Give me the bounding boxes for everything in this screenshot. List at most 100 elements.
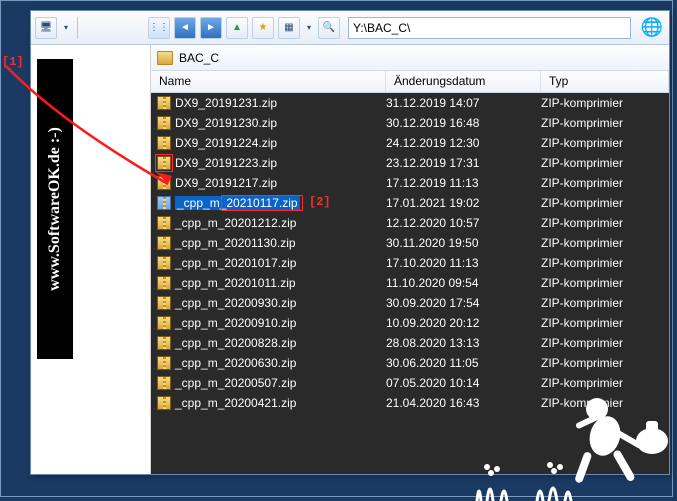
sidebar-panel: www.SoftwareOK.de :-) xyxy=(31,45,151,474)
file-name: DX9_20191217.zip xyxy=(175,176,277,190)
file-name: _cpp_m_20201011.zip xyxy=(175,276,296,290)
monitor-icon: 🖥 xyxy=(40,22,53,33)
grid-view-button[interactable]: ▦ xyxy=(278,17,300,39)
file-type: ZIP-komprimier xyxy=(541,96,669,110)
find-button[interactable]: 🔍 xyxy=(318,17,340,39)
file-row[interactable]: _cpp_m_20201017.zip 17.10.2020 11:13ZIP-k… xyxy=(151,253,669,273)
file-type: ZIP-komprimier xyxy=(541,336,669,350)
file-name: _cpp_m_20200930.zip xyxy=(175,296,296,310)
column-header-name[interactable]: Name xyxy=(151,71,386,92)
column-header-type[interactable]: Typ xyxy=(541,71,669,92)
zip-file-icon xyxy=(157,156,171,170)
file-date: 17.12.2019 11:13 xyxy=(386,176,541,190)
file-date: 24.12.2019 12:30 xyxy=(386,136,541,150)
file-name: DX9_20191231.zip xyxy=(175,96,277,110)
search-icon: 🔍 xyxy=(323,22,335,33)
file-name: _cpp_m_20200507.zip xyxy=(175,376,296,390)
file-date: 21.04.2020 16:43 xyxy=(386,396,541,410)
zip-file-icon xyxy=(157,336,171,350)
file-type: ZIP-komprimier xyxy=(541,196,669,210)
file-type: ZIP-komprimier xyxy=(541,176,669,190)
zip-file-icon xyxy=(157,196,171,210)
main-toolbar: 🖥 ▾ ⋮⋮ ◄ ► ▲ ★ ▦ ▾ 🔍 Y:\BAC_C\ 🌐 xyxy=(31,11,669,45)
file-row[interactable]: _cpp_m_20200507.zip07.05.2020 10:14ZIP-k… xyxy=(151,373,669,393)
zip-file-icon xyxy=(157,176,171,190)
up-folder-icon: ▲ xyxy=(232,22,242,33)
drive-dropdown[interactable]: ▾ xyxy=(61,17,71,39)
file-type: ZIP-komprimier xyxy=(541,236,669,250)
file-row[interactable]: DX9_20191230.zip 30.12.2019 16:48ZIP-komp… xyxy=(151,113,669,133)
file-date: 30.12.2019 16:48 xyxy=(386,116,541,130)
zip-file-icon xyxy=(157,316,171,330)
file-row[interactable]: _cpp_m_20201212.zip12.12.2020 10:57ZIP-k… xyxy=(151,213,669,233)
file-row[interactable]: _cpp_m_20200828.zip 28.08.2020 13:13ZIP-k… xyxy=(151,333,669,353)
file-row[interactable]: _cpp_m_20210117.zip 17.01.2021 19:02ZIP-k… xyxy=(151,193,669,213)
file-name: _cpp_m_20210117.zip xyxy=(175,196,300,210)
file-name: _cpp_m_20200828.zip xyxy=(175,336,296,350)
monitor-button[interactable]: 🖥 xyxy=(35,17,57,39)
file-manager-window: 🖥 ▾ ⋮⋮ ◄ ► ▲ ★ ▦ ▾ 🔍 Y:\BAC_C\ 🌐 www.Sof… xyxy=(30,10,670,475)
file-row[interactable]: DX9_20191224.zip 24.12.2019 12:30ZIP-komp… xyxy=(151,133,669,153)
file-name: DX9_20191230.zip xyxy=(175,116,277,130)
up-button[interactable]: ▲ xyxy=(226,17,248,39)
file-row[interactable]: _cpp_m_20201011.zip 11.10.2020 09:54ZIP-k… xyxy=(151,273,669,293)
file-name: DX9_20191224.zip xyxy=(175,136,277,150)
file-row[interactable]: _cpp_m_20200930.zip30.09.2020 17:54ZIP-k… xyxy=(151,293,669,313)
file-date: 17.01.2021 19:02 xyxy=(386,196,541,210)
zip-file-icon xyxy=(157,396,171,410)
file-row[interactable]: _cpp_m_20201130.zip 30.11.2020 19:50ZIP-k… xyxy=(151,233,669,253)
zip-file-icon xyxy=(157,116,171,130)
file-name: _cpp_m_20201017.zip xyxy=(175,256,296,270)
content-panel: BAC_C Name Änderungsdatum Typ DX9_201912… xyxy=(151,45,669,474)
file-date: 11.10.2020 09:54 xyxy=(386,276,541,290)
breadcrumb-folder-name: BAC_C xyxy=(179,51,219,65)
file-type: ZIP-komprimier xyxy=(541,396,669,410)
zip-file-icon xyxy=(157,236,171,250)
file-date: 12.12.2020 10:57 xyxy=(386,216,541,230)
file-date: 30.11.2020 19:50 xyxy=(386,236,541,250)
file-name: _cpp_m_20201212.zip xyxy=(175,216,296,230)
file-type: ZIP-komprimier xyxy=(541,136,669,150)
file-date: 28.08.2020 13:13 xyxy=(386,336,541,350)
file-name: _cpp_m_20200910.zip xyxy=(175,316,296,330)
file-name: _cpp_m_20201130.zip xyxy=(175,236,296,250)
file-list[interactable]: DX9_20191231.zip31.12.2019 14:07ZIP-komp… xyxy=(151,93,669,474)
file-name: DX9_20191223.zip xyxy=(175,156,277,170)
forward-arrow-icon: ► xyxy=(206,22,216,33)
file-type: ZIP-komprimier xyxy=(541,376,669,390)
back-button[interactable]: ◄ xyxy=(174,17,196,39)
path-input[interactable]: Y:\BAC_C\ xyxy=(348,17,631,39)
zip-file-icon xyxy=(157,96,171,110)
file-row[interactable]: _cpp_m_20200630.zip30.06.2020 11:05ZIP-k… xyxy=(151,353,669,373)
file-row[interactable]: DX9_20191223.zip23.12.2019 17:31ZIP-komp… xyxy=(151,153,669,173)
folder-icon xyxy=(157,51,173,65)
breadcrumb[interactable]: BAC_C xyxy=(151,45,669,71)
column-header-date[interactable]: Änderungsdatum xyxy=(386,71,541,92)
file-row[interactable]: _cpp_m_20200910.zip10.09.2020 20:12ZIP-k… xyxy=(151,313,669,333)
file-type: ZIP-komprimier xyxy=(541,276,669,290)
view-dropdown[interactable]: ▾ xyxy=(304,17,314,39)
globe-icon[interactable]: 🌐 xyxy=(639,15,665,41)
ad-text: www.SoftwareOK.de :-) xyxy=(46,127,64,291)
file-type: ZIP-komprimier xyxy=(541,296,669,310)
zip-file-icon xyxy=(157,376,171,390)
favorites-button[interactable]: ★ xyxy=(252,17,274,39)
grid-icon: ▦ xyxy=(284,22,293,33)
forward-button[interactable]: ► xyxy=(200,17,222,39)
sidebar-ad-banner[interactable]: www.SoftwareOK.de :-) xyxy=(37,59,73,359)
file-date: 17.10.2020 11:13 xyxy=(386,256,541,270)
zip-file-icon xyxy=(157,136,171,150)
list-view-button[interactable]: ⋮⋮ xyxy=(148,17,170,39)
column-header-row: Name Änderungsdatum Typ xyxy=(151,71,669,93)
file-type: ZIP-komprimier xyxy=(541,256,669,270)
file-row[interactable]: DX9_20191217.zip 17.12.2019 11:13ZIP-komp… xyxy=(151,173,669,193)
file-row[interactable]: DX9_20191231.zip 31.12.2019 14:07ZIP-komp… xyxy=(151,93,669,113)
file-row[interactable]: _cpp_m_20200421.zip 21.04.2020 16:43ZIP-k… xyxy=(151,393,669,413)
file-name: _cpp_m_20200421.zip xyxy=(175,396,296,410)
list-icon: ⋮⋮ xyxy=(149,22,169,33)
file-type: ZIP-komprimier xyxy=(541,116,669,130)
zip-file-icon xyxy=(157,276,171,290)
zip-file-icon xyxy=(157,296,171,310)
file-date: 31.12.2019 14:07 xyxy=(386,96,541,110)
annotation-1-label: [1] xyxy=(2,55,24,69)
